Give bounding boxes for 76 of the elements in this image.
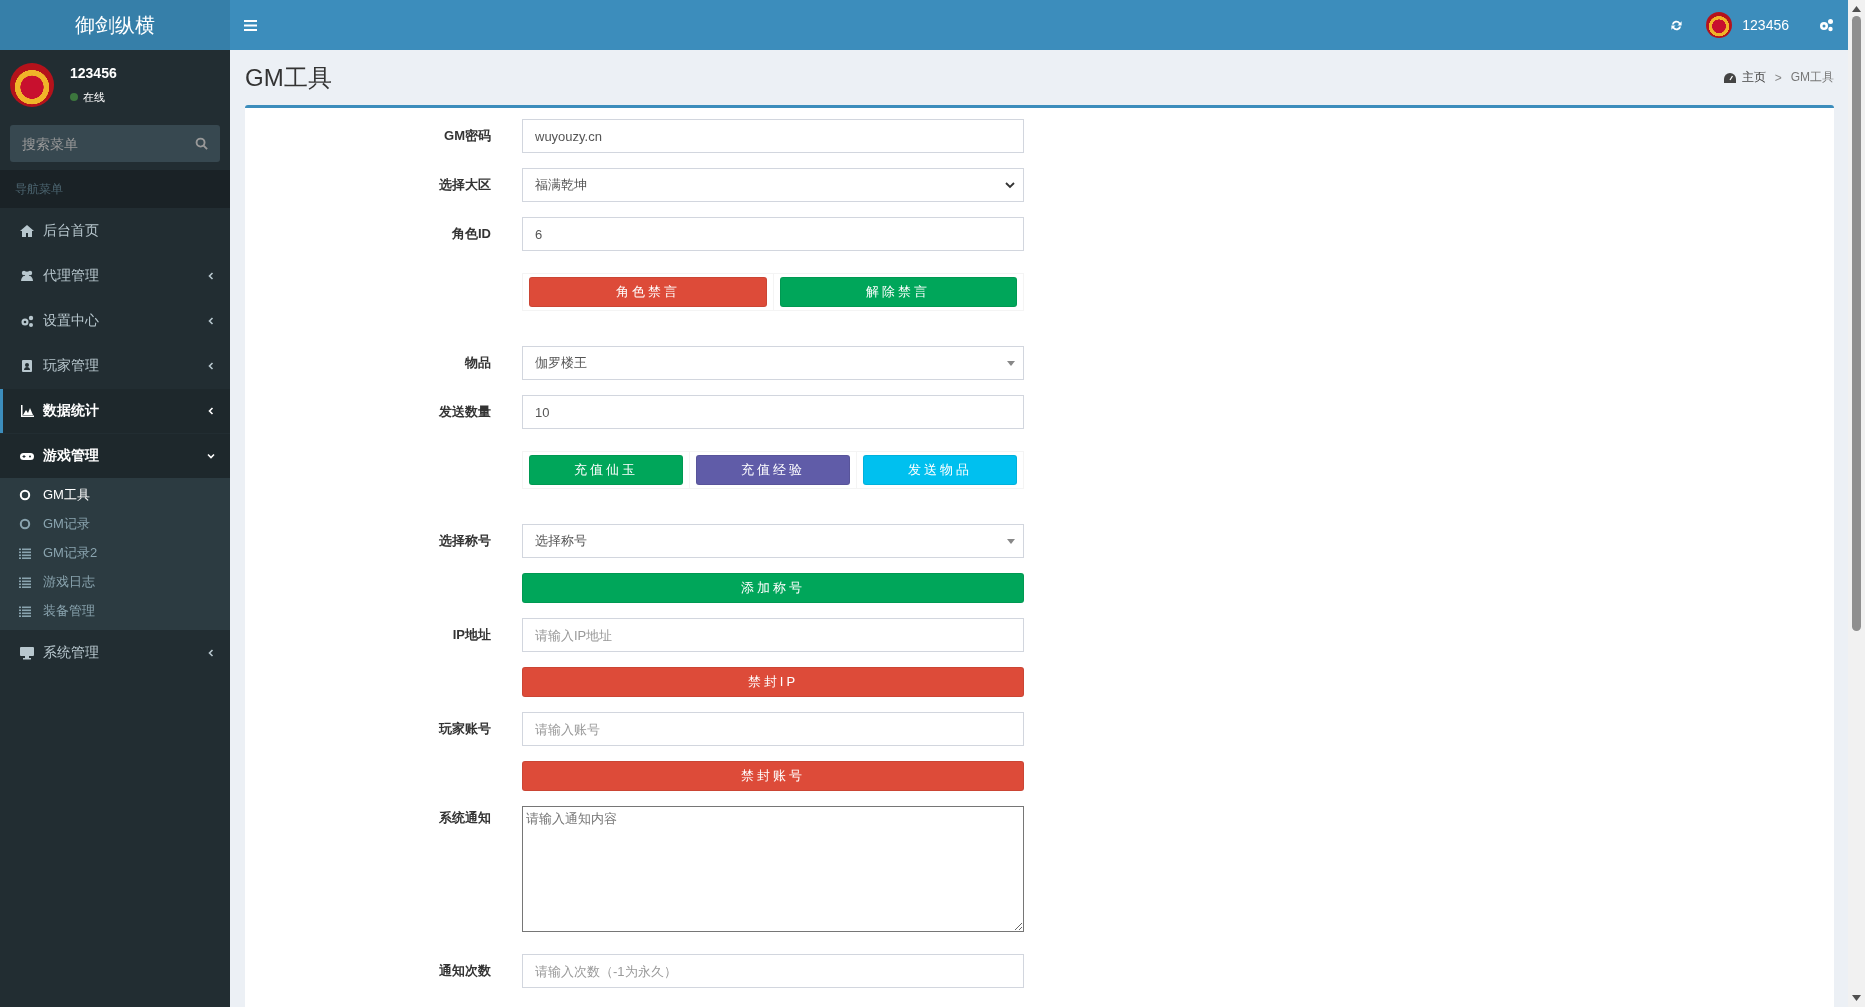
arrow-down-icon[interactable]: [1852, 995, 1861, 1001]
submenu-item[interactable]: 游戏日志: [0, 568, 230, 596]
menu-item[interactable]: 数据统计: [0, 389, 230, 433]
caret-down-icon: [1007, 538, 1015, 544]
menu-item[interactable]: 系统管理: [0, 631, 230, 675]
submenu-item[interactable]: GM记录: [0, 510, 230, 538]
action-button[interactable]: 禁封账号: [522, 761, 1024, 791]
field-label: 发送数量: [438, 403, 491, 421]
input-field[interactable]: 请输入账号: [522, 712, 1024, 746]
arrow-up-icon[interactable]: [1852, 6, 1861, 12]
menu-item[interactable]: 游戏管理: [0, 434, 230, 478]
avatar-icon[interactable]: [1706, 12, 1733, 38]
brand-title: 御剑纵横: [75, 12, 155, 38]
breadcrumb-link[interactable]: 主页: [1741, 69, 1766, 86]
field-label: 选择大区: [438, 176, 491, 194]
menu-item[interactable]: 后台首页: [0, 209, 230, 253]
select-field[interactable]: 福满乾坤: [522, 168, 1024, 202]
avatar-icon: [10, 62, 54, 107]
monitor-icon: [20, 646, 34, 660]
action-button[interactable]: 禁封IP: [522, 667, 1024, 697]
user-status: 在线: [83, 89, 105, 105]
field-label: 选择称号: [438, 532, 491, 550]
breadcrumb-current: GM工具: [1790, 69, 1834, 86]
chevron-left-icon[interactable]: [207, 362, 215, 370]
menu-icon[interactable]: [244, 19, 257, 31]
input-field[interactable]: 6: [522, 217, 1024, 251]
input-field[interactable]: 请输入次数（-1为永久）: [522, 954, 1024, 988]
contact-card-icon: [20, 359, 34, 373]
menu-item[interactable]: 玩家管理: [0, 344, 230, 388]
field-label: 系统通知: [438, 809, 491, 827]
user-name[interactable]: 123456: [1742, 17, 1789, 33]
field-label: 物品: [464, 354, 491, 372]
chevron-left-icon[interactable]: [207, 649, 215, 657]
refresh-icon[interactable]: [1670, 18, 1684, 32]
gears-icon: [20, 314, 34, 328]
circle-icon: [19, 489, 31, 501]
text-area[interactable]: 请输入通知内容: [522, 806, 1024, 932]
field-label: 通知次数: [438, 962, 491, 980]
input-field[interactable]: 请输入IP地址: [522, 618, 1024, 652]
input-field[interactable]: wuyouzy.cn: [522, 119, 1024, 153]
section-header: 导航菜单: [0, 170, 230, 208]
chevron-left-icon[interactable]: [207, 317, 215, 325]
field-label: 玩家账号: [437, 720, 491, 738]
submenu-item[interactable]: GM记录2: [0, 539, 230, 567]
menu-item[interactable]: 设置中心: [0, 299, 230, 343]
gears-icon[interactable]: [1819, 18, 1834, 32]
list-icon: [19, 547, 31, 559]
input-field[interactable]: 10: [522, 395, 1024, 429]
list-icon: [19, 605, 31, 617]
users-icon: [20, 269, 34, 283]
list-icon: [19, 576, 31, 588]
area-chart-icon: [20, 404, 34, 418]
chevron-down-icon[interactable]: [207, 452, 215, 460]
field-label: 角色ID: [451, 225, 491, 243]
dashboard-icon: [1723, 72, 1736, 83]
breadcrumb-separator: >: [1774, 70, 1782, 85]
field-label: GM密码: [443, 127, 491, 145]
circle-icon: [19, 518, 31, 530]
user-name: 123456: [70, 64, 117, 81]
search-field[interactable]: 搜索菜单: [10, 125, 220, 162]
page-title: GM工具: [245, 62, 333, 93]
status-dot-icon: [70, 93, 78, 101]
action-button[interactable]: 角色禁言: [529, 277, 767, 307]
search-icon[interactable]: [195, 137, 208, 150]
chevron-left-icon[interactable]: [207, 272, 215, 280]
caret-down-icon: [1007, 360, 1015, 366]
scrollbar-thumb[interactable]: [1852, 16, 1861, 631]
menu-item[interactable]: 代理管理: [0, 254, 230, 298]
dropdown-field[interactable]: 选择称号: [522, 524, 1024, 558]
field-label: IP地址: [451, 626, 491, 644]
submenu-item[interactable]: GM工具: [0, 481, 230, 509]
home-icon: [20, 224, 34, 238]
dropdown-field[interactable]: 伽罗楼王: [522, 346, 1024, 380]
action-button[interactable]: 充值经验: [696, 455, 850, 485]
chevron-down-icon: [1005, 181, 1015, 189]
submenu-item[interactable]: 装备管理: [0, 597, 230, 625]
